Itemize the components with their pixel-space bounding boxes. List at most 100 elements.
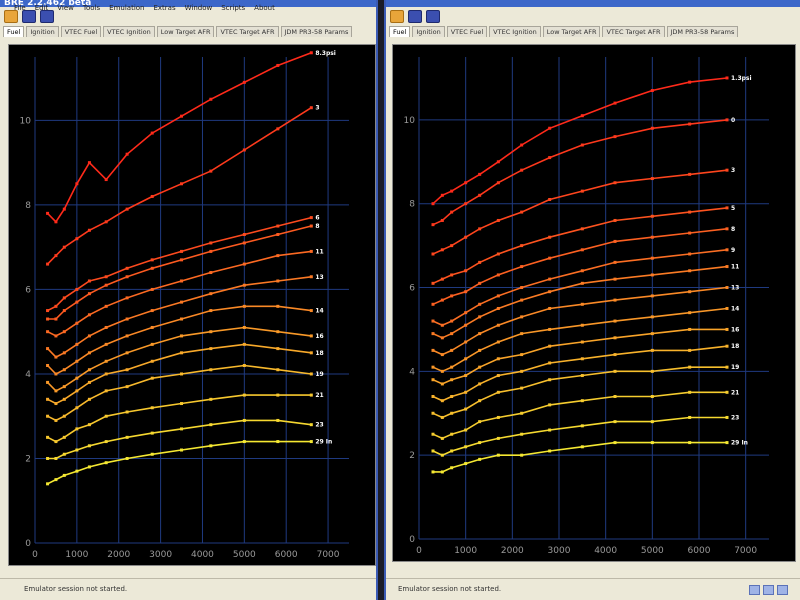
data-point [46, 364, 50, 368]
series-line-13 [432, 286, 728, 356]
tab-low-target-afr[interactable]: Low Target AFR [156, 26, 215, 37]
data-point [613, 101, 617, 105]
menu-file[interactable]: File [14, 4, 26, 12]
data-point [650, 235, 654, 239]
menu-about[interactable]: About [254, 4, 275, 12]
series-line-11 [432, 265, 728, 339]
data-point [478, 172, 482, 176]
data-point [688, 348, 692, 352]
data-point [613, 394, 617, 398]
data-point [242, 393, 246, 397]
data-point [54, 317, 58, 321]
data-point [650, 256, 654, 260]
tab-vtec-fuel[interactable]: VTEC Fuel [446, 26, 488, 37]
data-point [464, 407, 468, 411]
tab-vtec-ignition[interactable]: VTEC Ignition [489, 26, 541, 37]
data-point [520, 265, 524, 269]
data-point [104, 304, 108, 308]
data-point [150, 258, 154, 262]
data-point [450, 432, 454, 436]
tab-jdm-params[interactable]: JDM PR3-58 Params [280, 26, 353, 37]
tab-ignition[interactable]: Ignition [412, 26, 445, 37]
data-point [440, 369, 444, 373]
data-point [450, 244, 454, 248]
x-tick-label: 1000 [454, 546, 477, 556]
tab-fuel[interactable]: Fuel [389, 26, 411, 37]
emulator-stop-icon[interactable] [763, 585, 774, 595]
tab-fuel[interactable]: Fuel [3, 26, 25, 37]
data-point [87, 397, 91, 401]
fuel-map-plot[interactable]: 0 1000 2000 3000 4000 5000 6000 7000 0 2 4 6 8 10 8.3p… [8, 44, 376, 566]
data-point [520, 432, 524, 436]
data-point [62, 368, 66, 372]
emulator-settings-icon[interactable] [777, 585, 788, 595]
series-label: 14 [315, 308, 323, 315]
menu-edit[interactable]: Edit [35, 4, 49, 12]
tab-vtec-target-afr[interactable]: VTEC Target AFR [216, 26, 279, 37]
menu-extras[interactable]: Extras [153, 4, 175, 12]
data-point [496, 415, 500, 419]
y-tick-label: 4 [25, 370, 31, 380]
tab-vtec-fuel[interactable]: VTEC Fuel [60, 26, 102, 37]
data-point [725, 118, 729, 122]
data-point [688, 365, 692, 369]
menu-tools[interactable]: Tools [83, 4, 100, 12]
data-point [180, 402, 184, 406]
data-point [54, 456, 58, 460]
data-point [54, 220, 58, 224]
tab-low-target-afr[interactable]: Low Target AFR [542, 26, 601, 37]
data-point [87, 423, 91, 427]
data-point [242, 418, 246, 422]
data-point [276, 232, 280, 236]
series-label: 18 [315, 350, 323, 357]
menu-emulation[interactable]: Emulation [109, 4, 144, 12]
data-point [46, 211, 50, 215]
data-point [431, 223, 435, 227]
data-point [580, 248, 584, 252]
data-point [180, 182, 184, 186]
data-point [180, 372, 184, 376]
data-point [209, 347, 213, 351]
data-point [431, 202, 435, 206]
data-point [150, 342, 154, 346]
data-point [548, 256, 552, 260]
data-point [125, 317, 129, 321]
tab-vtec-ignition[interactable]: VTEC Ignition [103, 26, 155, 37]
data-point [548, 428, 552, 432]
data-point [87, 279, 91, 283]
menu-window[interactable]: Window [185, 4, 213, 12]
data-point [276, 440, 280, 444]
tab-ignition[interactable]: Ignition [26, 26, 59, 37]
emulator-start-icon[interactable] [749, 585, 760, 595]
x-tick-label: 0 [416, 546, 422, 556]
data-point [580, 340, 584, 344]
data-point [650, 420, 654, 424]
tab-vtec-target-afr[interactable]: VTEC Target AFR [602, 26, 665, 37]
data-point [75, 469, 79, 473]
data-point [309, 440, 313, 444]
data-point [440, 415, 444, 419]
save-icon[interactable] [408, 9, 422, 23]
data-point [725, 441, 729, 445]
tab-jdm-params[interactable]: JDM PR3-58 Params [666, 26, 739, 37]
data-point [431, 252, 435, 256]
data-point [520, 298, 524, 302]
data-point [650, 89, 654, 93]
data-point [276, 347, 280, 351]
data-point [580, 374, 584, 378]
data-point [450, 319, 454, 323]
menu-view[interactable]: View [57, 4, 74, 12]
open-folder-icon[interactable] [390, 9, 404, 23]
data-point [548, 235, 552, 239]
data-point [496, 294, 500, 298]
data-point [75, 321, 79, 325]
data-point [650, 369, 654, 373]
save-as-icon[interactable] [426, 9, 440, 23]
data-point [54, 418, 58, 422]
menu-scripts[interactable]: Scripts [221, 4, 245, 12]
data-point [62, 397, 66, 401]
data-point [478, 399, 482, 403]
series-label: 29 In [315, 439, 332, 446]
fuel-map-plot[interactable]: 0 1000 2000 3000 4000 5000 6000 7000 0 2 4 6 8 10 1.3p… [392, 44, 796, 562]
data-point [478, 315, 482, 319]
